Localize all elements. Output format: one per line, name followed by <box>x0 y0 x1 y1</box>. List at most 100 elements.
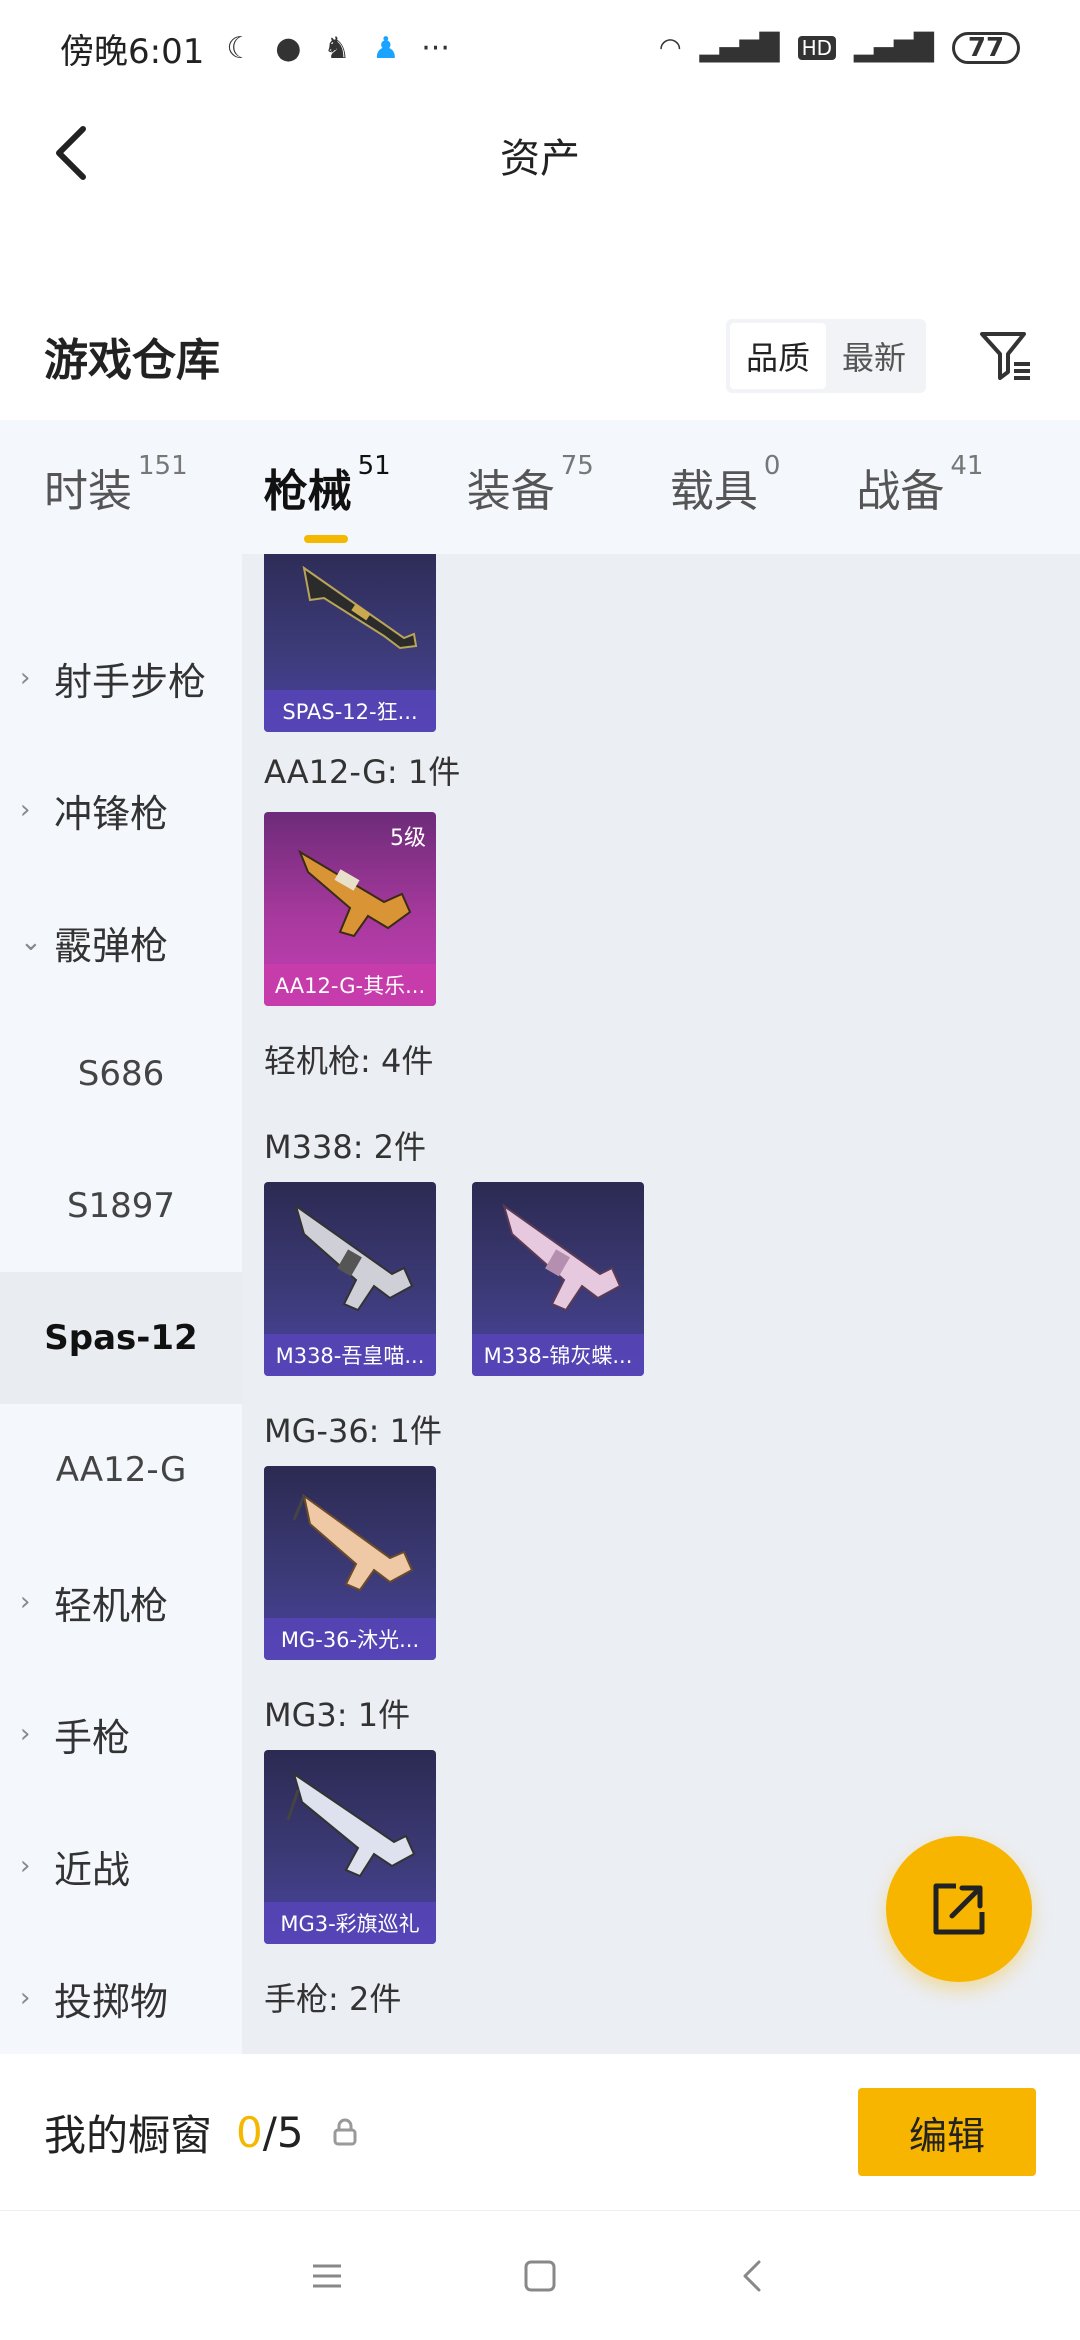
chevron-left-icon <box>56 126 86 180</box>
tab-guns[interactable]: 枪械 51 <box>263 451 391 543</box>
tab-label: 战备 <box>856 466 945 517</box>
sort-quality-button[interactable]: 品质 <box>729 323 826 389</box>
item-card-name: MG3-彩旗巡礼 <box>264 1902 436 1944</box>
hd-icon: HD <box>797 36 837 60</box>
showcase-label: 我的橱窗 <box>44 2110 213 2160</box>
system-nav-bar <box>0 2210 1080 2340</box>
group-label: MG-36: 1件 <box>264 1412 442 1450</box>
item-card-mg36[interactable]: MG-36-沐光... <box>264 1466 436 1660</box>
item-card-m338-1[interactable]: M338-吾皇喵... <box>264 1182 436 1376</box>
sidebar-item-pistol[interactable]: › 手枪 <box>0 1668 242 1800</box>
group-label: AA12-G: 1件 <box>264 753 461 791</box>
tab-count: 0 <box>763 451 781 481</box>
sidebar-item-marksman[interactable]: › 射手步枪 <box>0 612 242 744</box>
sidebar-item-s1897[interactable]: S1897 <box>0 1140 242 1272</box>
wifi-icon: ◠ <box>658 33 682 63</box>
item-card-name: AA12-G-其乐... <box>264 964 436 1006</box>
tab-equipment[interactable]: 装备 75 <box>466 451 594 519</box>
group-label: 手枪: 2件 <box>264 1980 402 2018</box>
more-icon: ··· <box>421 30 450 66</box>
tab-count: 75 <box>560 451 594 481</box>
back-button[interactable] <box>36 118 106 188</box>
sidebar-item-throwable[interactable]: › 投掷物 <box>0 1932 242 2054</box>
filter-button[interactable] <box>976 326 1036 386</box>
share-fab-button[interactable] <box>886 1836 1032 1982</box>
tab-label: 载具 <box>669 466 758 517</box>
sidebar-item-label: Spas-12 <box>44 1318 198 1358</box>
chevron-right-icon: › <box>20 1587 31 1617</box>
sidebar-item-melee[interactable]: › 近战 <box>0 1800 242 1932</box>
warehouse-title: 游戏仓库 <box>44 335 220 386</box>
filter-icon <box>980 332 1030 380</box>
qq-icon: ♞ <box>323 30 351 66</box>
chevron-right-icon: › <box>20 663 31 693</box>
chevron-down-icon: ⌄ <box>20 927 42 957</box>
menu-icon[interactable] <box>307 2256 347 2296</box>
shotgun-art-icon <box>302 565 418 650</box>
showcase-count: 0/5 <box>236 2108 304 2157</box>
sidebar-item-shotgun[interactable]: ⌄ 霰弹枪 <box>0 876 242 1008</box>
back-nav-icon[interactable] <box>733 2256 773 2296</box>
sidebar-item-lmg[interactable]: › 轻机枪 <box>0 1536 242 1668</box>
chevron-right-icon: › <box>20 1719 31 1749</box>
item-card-m338-2[interactable]: M338-锦灰蝶... <box>472 1182 644 1376</box>
showcase-current: 0 <box>236 2107 263 2157</box>
sidebar-item-label: 手枪 <box>54 1715 131 1760</box>
item-card-name: MG-36-沐光... <box>264 1618 436 1660</box>
lmg-art-icon <box>502 1203 622 1312</box>
sidebar-item-label: 冲锋枪 <box>54 791 169 836</box>
tab-count: 151 <box>138 451 188 481</box>
sidebar-item-aa12g[interactable]: AA12-G <box>0 1404 242 1536</box>
sidebar-item-label: 投掷物 <box>54 1979 169 2024</box>
chevron-right-icon: › <box>20 795 31 825</box>
showcase-max: 5 <box>276 2107 304 2157</box>
lock-icon <box>333 2118 357 2146</box>
item-card-name: M338-吾皇喵... <box>264 1334 436 1376</box>
lmg-art-icon <box>294 1203 414 1312</box>
sidebar-item-label: 轻机枪 <box>54 1583 169 1628</box>
sidebar-item-spas12[interactable]: Spas-12 <box>0 1272 242 1404</box>
item-card-level: 5级 <box>390 826 426 851</box>
sidebar-item-label: AA12-G <box>55 1450 187 1490</box>
item-card-name: M338-锦灰蝶... <box>472 1334 644 1376</box>
item-card-mg3[interactable]: MG3-彩旗巡礼 <box>264 1750 436 1944</box>
status-system-icons: ◠ ▂▄▆█ HD ▂▄▆█ 77 <box>659 32 1020 64</box>
tab-label: 枪械 <box>263 466 352 517</box>
qq-blue-icon: ♟ <box>372 30 400 66</box>
category-tabs: 时装 151 枪械 51 装备 75 载具 0 战备 41 <box>0 420 1080 554</box>
edit-button[interactable]: 编辑 <box>858 2088 1036 2176</box>
chevron-right-icon: › <box>20 1851 31 1881</box>
sidebar: › 射手步枪 › 冲锋枪 ⌄ 霰弹枪 S686 S1897 Spas-12 AA… <box>0 554 242 2054</box>
sidebar-item-label: S686 <box>77 1054 165 1094</box>
sidebar-item-label: 近战 <box>54 1847 131 1892</box>
tab-label: 时装 <box>44 466 132 517</box>
battery-icon: 77 <box>952 32 1020 64</box>
status-bar: 傍晚6:01 ☾ ● ♞ ♟ ··· ◠ ▂▄▆█ HD ▂▄▆█ 77 <box>0 0 1080 96</box>
tab-count: 51 <box>357 451 391 481</box>
wechat-icon: ● <box>275 30 302 66</box>
item-card-name: SPAS-12-狂... <box>264 690 436 732</box>
tab-fashion[interactable]: 时装 151 <box>44 451 188 519</box>
showcase-separator: / <box>262 2107 277 2157</box>
showcase-bar: 我的橱窗 0/5 编辑 <box>0 2054 1080 2210</box>
status-time: 傍晚6:01 <box>60 31 205 72</box>
header: 资产 <box>0 96 1080 214</box>
tab-vehicles[interactable]: 载具 0 <box>669 451 781 519</box>
group-label: MG3: 1件 <box>264 1696 411 1734</box>
status-notification-icons: ☾ ● ♞ ♟ ··· <box>226 31 450 66</box>
sidebar-item-smg[interactable]: › 冲锋枪 <box>0 744 242 876</box>
tab-supplies[interactable]: 战备 41 <box>856 451 983 519</box>
tab-count: 41 <box>950 451 984 481</box>
group-label: 轻机枪: 4件 <box>264 1042 434 1080</box>
moon-icon: ☾ <box>226 30 254 66</box>
signal-icon: ▂▄▆█ <box>699 33 780 63</box>
home-icon[interactable] <box>520 2256 560 2296</box>
tab-underline <box>303 535 348 543</box>
chevron-right-icon: › <box>20 1983 31 2013</box>
sidebar-item-label: 射手步枪 <box>54 659 207 704</box>
sidebar-item-s686[interactable]: S686 <box>0 1008 242 1140</box>
tab-label: 装备 <box>466 466 555 517</box>
item-card-spas12[interactable]: SPAS-12-狂... <box>264 554 436 732</box>
sort-newest-button[interactable]: 最新 <box>826 323 922 389</box>
item-card-aa12g[interactable]: 5级 AA12-G-其乐... <box>264 812 436 1006</box>
